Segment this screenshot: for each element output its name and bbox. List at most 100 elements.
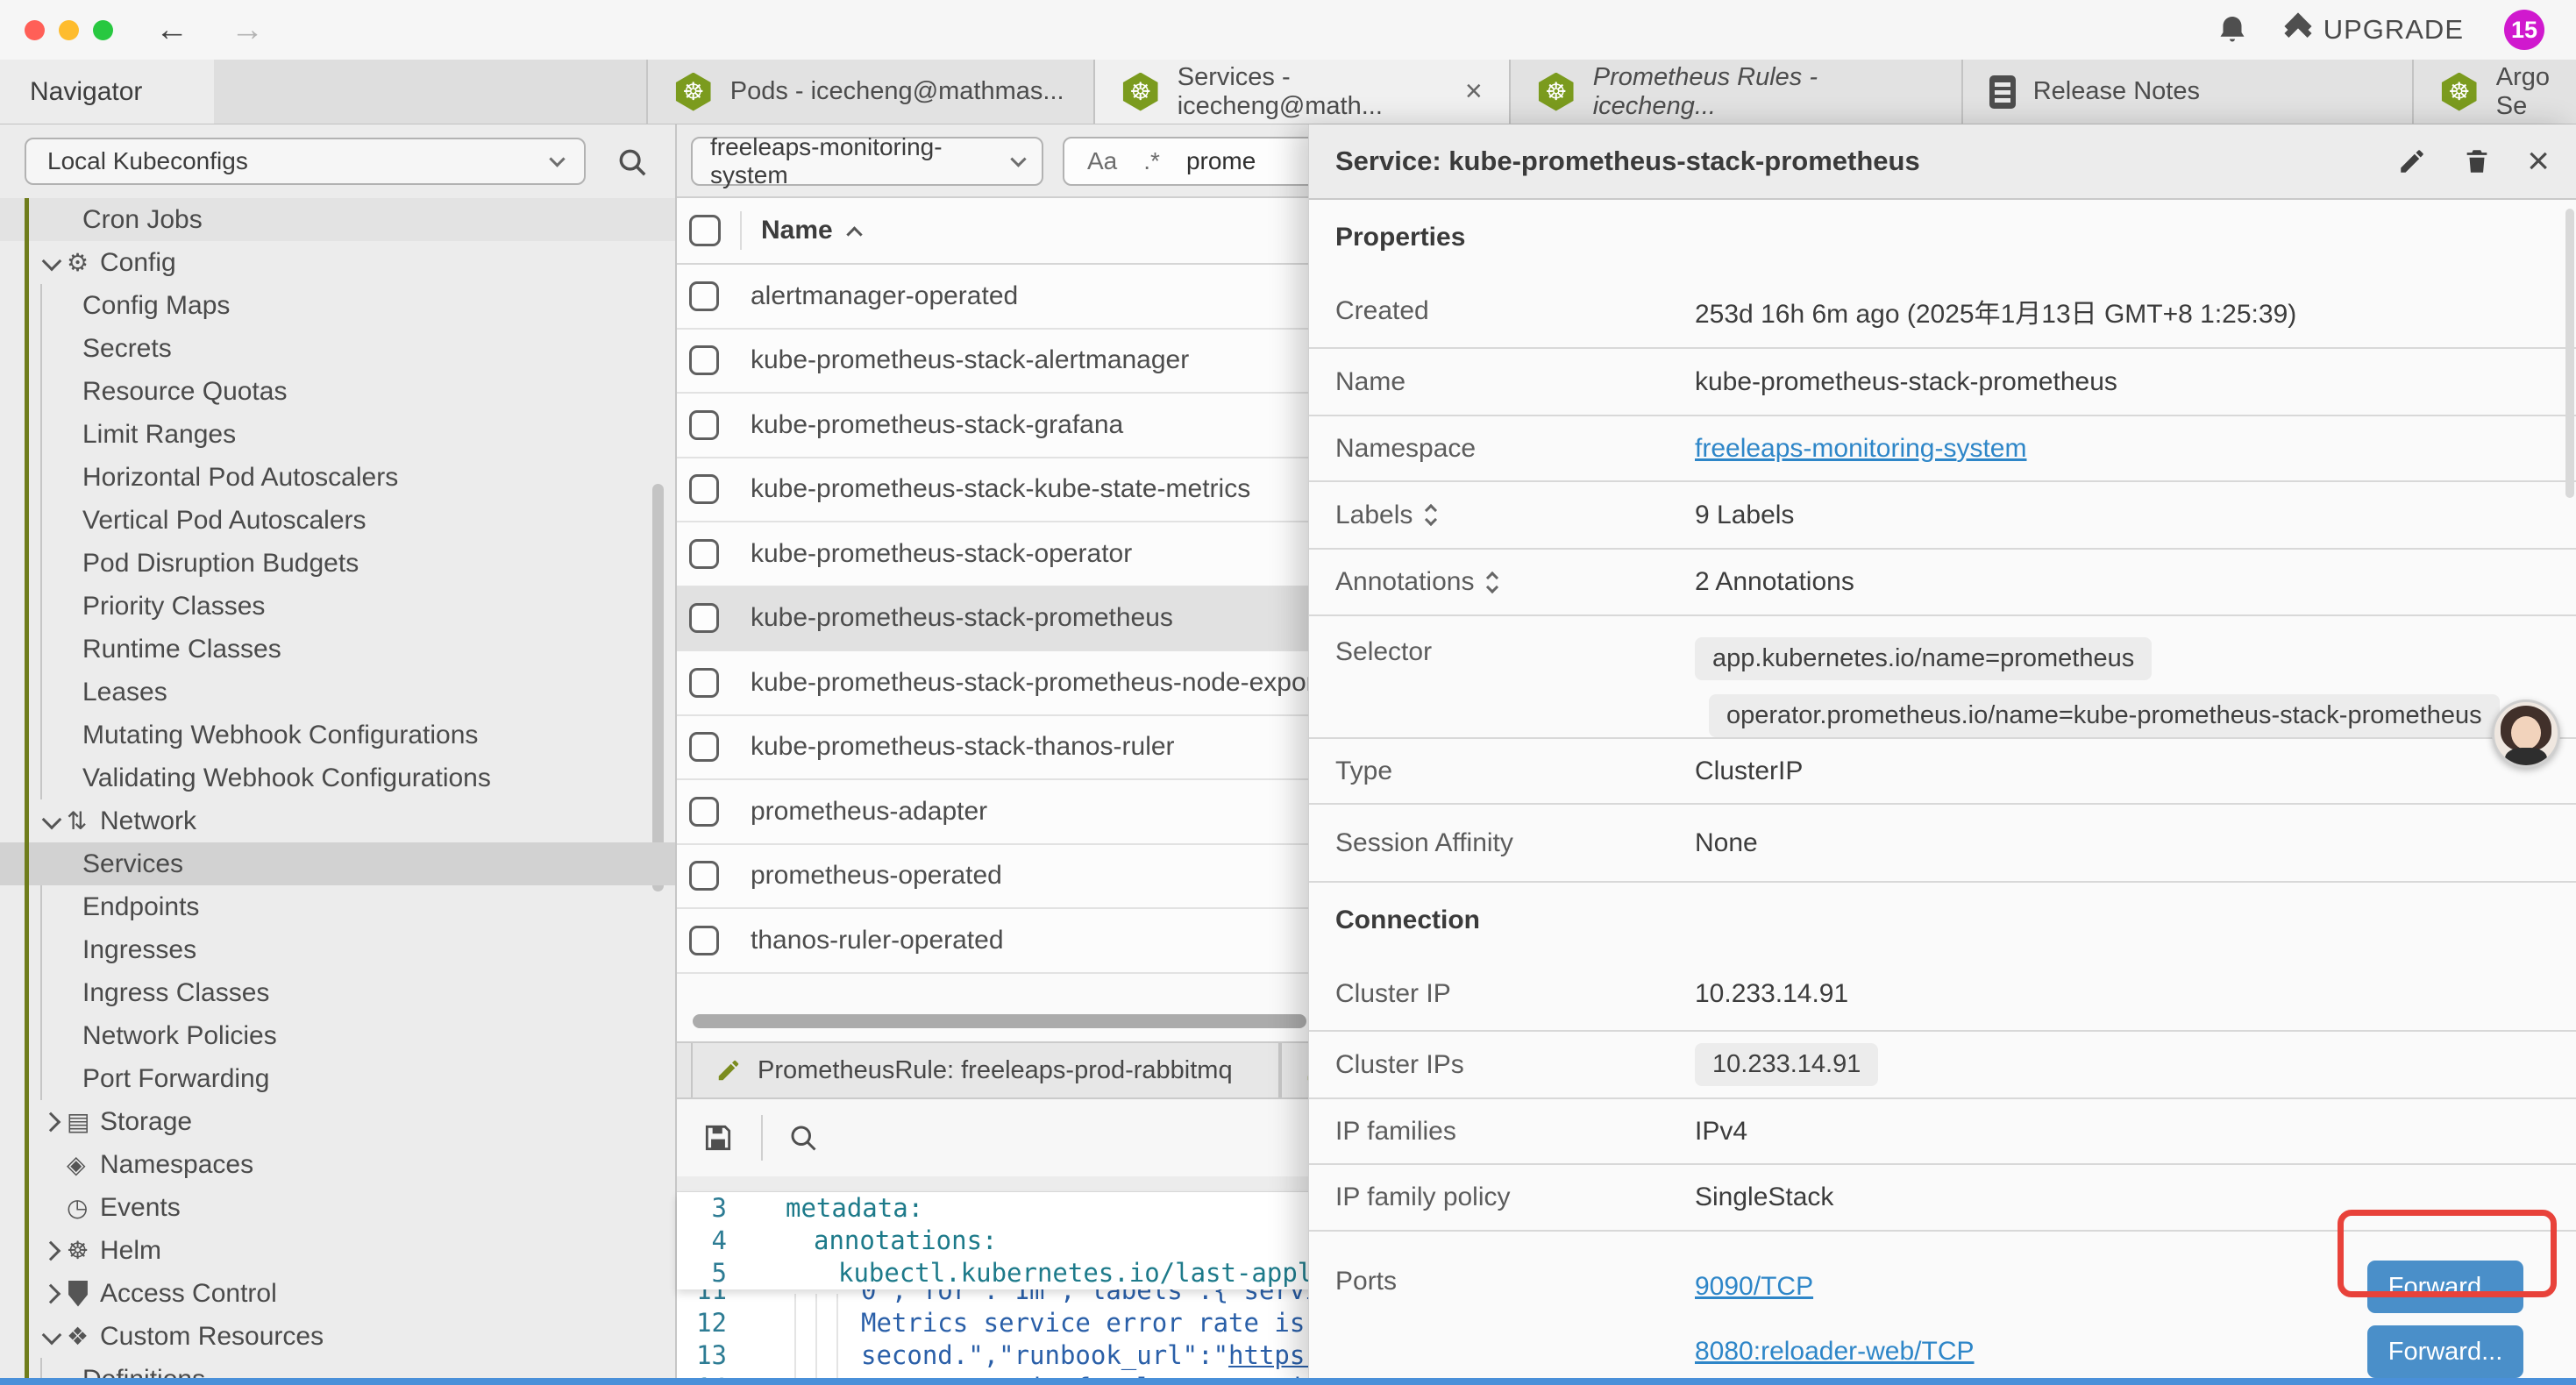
sidebar-tree-item[interactable]: Limit Ranges [0,413,675,456]
tree-chevron-icon[interactable] [40,1238,67,1264]
sidebar-tree-item[interactable]: Pod Disruption Budgets [0,542,675,585]
tree-chevron-icon[interactable] [40,250,67,276]
sidebar-tab-strip: Navigator [0,60,648,124]
row-checkbox[interactable] [689,539,719,569]
tree-chevron-icon[interactable] [40,1281,67,1307]
row-checkbox[interactable] [689,474,719,504]
cluster-ip-chip: 10.233.14.91 [1695,1043,1878,1086]
detail-header: Service: kube-prometheus-stack-prometheu… [1309,124,2576,200]
row-checkbox[interactable] [689,926,719,955]
back-button[interactable]: ← [155,13,189,46]
save-icon[interactable] [701,1121,735,1154]
row-created: Created 253d 16h 6m ago (2025年1月13日 GMT+… [1309,275,2576,349]
sidebar-tree-item[interactable]: ❖ Custom Resources [0,1315,675,1358]
namespace-select[interactable]: freeleaps-monitoring-system [691,137,1043,186]
tab-pods[interactable]: ☸ Pods - icecheng@mathmas... [648,60,1095,124]
tab-services[interactable]: ☸ Services - icecheng@math... × [1095,60,1511,124]
minimize-window-button[interactable] [59,20,79,40]
detail-scrollbar[interactable] [2565,209,2574,498]
notifications-bell-icon[interactable] [2217,14,2248,46]
tree-item-label: Secrets [40,334,172,364]
sidebar-search-icon[interactable] [616,146,649,179]
expand-toggle-icon[interactable] [1488,573,1497,592]
sidebar-tree-item[interactable]: Endpoints [0,885,675,928]
tree-item-icon: ☸ [67,1239,100,1263]
zoom-window-button[interactable] [93,20,113,40]
line-number: 11 [677,1289,739,1307]
forward-button[interactable]: Forward... [2367,1261,2523,1313]
sidebar-tree-item[interactable]: Runtime Classes [0,628,675,671]
horizontal-scrollbar[interactable] [693,1014,1306,1028]
sidebar-tree-item[interactable]: Priority Classes [0,585,675,628]
sidebar-tree-item[interactable]: ▤ Storage [0,1100,675,1143]
tree-item-label: Resource Quotas [40,377,287,407]
port-link[interactable]: 8080:reloader-web/TCP [1695,1337,1975,1367]
forward-button[interactable]: Forward... [2367,1325,2523,1378]
sidebar-tree-item[interactable]: Resource Quotas [0,370,675,413]
edit-pencil-icon[interactable] [2397,146,2427,176]
editor-search-icon[interactable] [787,1122,819,1154]
line-number: 5 [677,1257,739,1289]
sidebar-tree-item[interactable]: ⚙ Config [0,241,675,284]
port-entry: 9090/TCP Forward... [1695,1254,2576,1319]
editor-tab-prometheusrule[interactable]: PrometheusRule: freeleaps-prod-rabbitmq [691,1043,1280,1097]
line-number: 12 [677,1307,739,1339]
delete-trash-icon[interactable] [2462,146,2492,176]
section-connection: Connection [1309,883,2576,958]
sidebar-tree-item[interactable]: ◷ Events [0,1186,675,1229]
tree-chevron-icon[interactable] [40,808,67,835]
sidebar-tree-item[interactable]: Vertical Pod Autoscalers [0,499,675,542]
row-checkbox[interactable] [689,797,719,827]
select-all-checkbox[interactable] [689,215,721,246]
close-tab-icon[interactable]: × [1465,75,1483,109]
close-panel-icon[interactable]: × [2527,142,2550,181]
row-checkbox[interactable] [689,603,719,633]
port-link[interactable]: 9090/TCP [1695,1272,1813,1302]
tree-chevron-icon[interactable] [40,1324,67,1350]
sidebar-tree-item[interactable]: ⇅ Network [0,799,675,842]
sidebar-tree-item[interactable]: Config Maps [0,284,675,327]
upgrade-button[interactable]: UPGRADE [2288,14,2464,46]
sidebar-tree-item[interactable]: Leases [0,671,675,714]
tab-navigator[interactable]: Navigator [0,60,214,124]
sidebar-tree-item[interactable]: Secrets [0,327,675,370]
sidebar-tree-item[interactable]: ☸ Helm [0,1229,675,1272]
sidebar-tree-item[interactable]: Access Control [0,1272,675,1315]
avatar[interactable] [2492,700,2560,768]
sidebar-tree-item[interactable]: Horizontal Pod Autoscalers [0,456,675,499]
sidebar-tree-item[interactable]: Ingresses [0,928,675,971]
row-checkbox[interactable] [689,410,719,440]
service-name: kube-prometheus-stack-alertmanager [751,345,1189,375]
row-checkbox[interactable] [689,668,719,698]
forward-button[interactable]: → [231,13,264,46]
tree-chevron-icon[interactable] [40,1109,67,1135]
regex-icon[interactable]: .* [1143,147,1160,175]
row-checkbox[interactable] [689,861,719,891]
sidebar-tree-item[interactable]: Validating Webhook Configurations [0,756,675,799]
tree-item-label: Endpoints [40,892,199,922]
tab-argo[interactable]: ☸ Argo Se [2414,60,2576,124]
sidebar-tree-item[interactable]: Cron Jobs [0,198,675,241]
sidebar-tree-item[interactable]: Ingress Classes [0,971,675,1014]
sidebar-tree-item[interactable]: Network Policies [0,1014,675,1057]
tab-prometheus-rules[interactable]: ☸ Prometheus Rules - icecheng... [1511,60,1963,124]
row-checkbox[interactable] [689,281,719,311]
tree-item-icon: ⇅ [67,809,100,834]
row-checkbox[interactable] [689,345,719,375]
namespace-link[interactable]: freeleaps-monitoring-system [1695,434,2026,464]
row-checkbox[interactable] [689,732,719,762]
sidebar-tree-item[interactable]: ◈ Namespaces [0,1143,675,1186]
tab-release-notes[interactable]: Release Notes [1963,60,2414,124]
sidebar-tree-item[interactable]: Port Forwarding [0,1057,675,1100]
service-name: kube-prometheus-stack-prometheus [751,603,1173,633]
expand-toggle-icon[interactable] [1427,506,1435,524]
column-header-name[interactable]: Name [761,216,860,245]
notification-count-badge[interactable]: 15 [2504,10,2544,50]
kubeconfig-select[interactable]: Local Kubeconfigs [25,138,586,185]
close-window-button[interactable] [25,20,45,40]
match-case-icon[interactable]: Aa [1087,147,1117,175]
sidebar-tree-item[interactable]: Services [0,842,675,885]
sidebar-tree-item[interactable]: Mutating Webhook Configurations [0,714,675,756]
tree-item-label: Horizontal Pod Autoscalers [40,463,398,493]
tree-item-label: Runtime Classes [40,635,281,664]
